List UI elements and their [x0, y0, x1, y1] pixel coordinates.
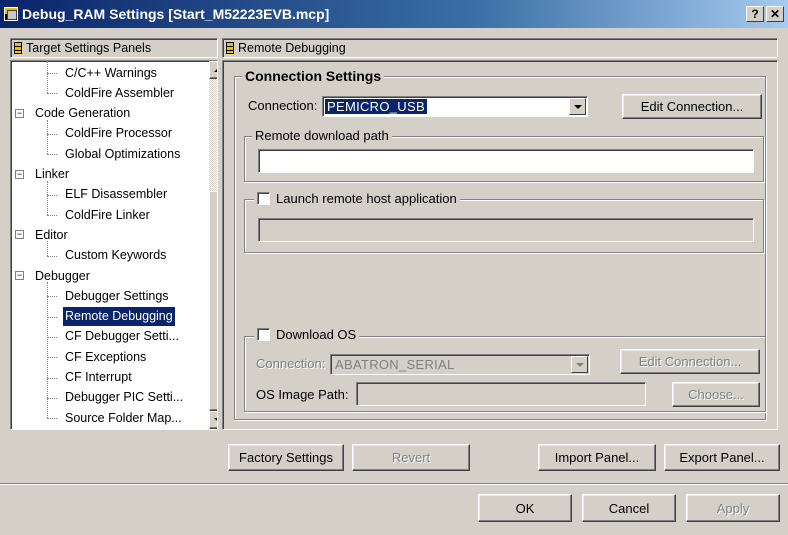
collapse-icon[interactable]: − — [15, 271, 24, 280]
left-panel-title: Target Settings Panels — [26, 41, 152, 55]
dialog-divider — [0, 483, 788, 485]
launch-remote-checkbox[interactable] — [257, 192, 270, 205]
os-connection-value: ABATRON_SERIAL — [335, 357, 455, 372]
download-os-legend[interactable]: Download OS — [254, 327, 360, 342]
revert-button[interactable]: Revert — [352, 444, 470, 471]
tree-item[interactable]: CF Exceptions — [63, 347, 148, 366]
scroll-thumb[interactable] — [209, 191, 217, 411]
connection-value: PEMICRO_USB — [325, 99, 427, 114]
tree-item[interactable]: Remote Debugging — [63, 306, 175, 326]
tree-item[interactable]: C/C++ Warnings — [63, 63, 159, 82]
edit-connection-button[interactable]: Edit Connection... — [622, 94, 762, 119]
title-bar[interactable]: Debug_RAM Settings [Start_M52223EVB.mcp]… — [0, 0, 788, 28]
tree-item[interactable]: Source Folder Map... — [63, 408, 184, 427]
tree-connector — [47, 282, 48, 419]
scroll-up-button[interactable] — [209, 61, 217, 79]
collapse-icon[interactable]: − — [15, 169, 24, 179]
import-panel-button[interactable]: Import Panel... — [538, 444, 656, 471]
tree-item[interactable]: Debugger — [33, 266, 92, 285]
tree-item[interactable]: ColdFire Linker — [63, 205, 152, 224]
tree-connector — [47, 397, 57, 399]
connection-label: Connection: — [248, 98, 318, 113]
download-os-checkbox[interactable] — [257, 328, 270, 341]
arrow-down-icon — [214, 418, 217, 422]
panel-flag-icon — [226, 42, 234, 54]
tree-item[interactable]: Linker — [33, 165, 71, 184]
connection-settings-legend: Connection Settings — [242, 68, 385, 84]
os-connection-combo[interactable]: ABATRON_SERIAL — [330, 354, 590, 375]
tree-connector — [47, 73, 57, 74]
panel-flag-icon — [14, 42, 22, 54]
launch-remote-label: Launch remote host application — [276, 191, 457, 206]
remote-download-path-legend: Remote download path — [252, 128, 392, 143]
tree-item[interactable]: Global Optimizations — [63, 144, 182, 163]
ok-button[interactable]: OK — [478, 494, 572, 522]
tree-connector — [47, 133, 57, 135]
cancel-button[interactable]: Cancel — [582, 494, 676, 522]
tree-connector — [47, 154, 57, 156]
tree-connector — [47, 61, 48, 94]
launch-remote-legend[interactable]: Launch remote host application — [254, 191, 460, 206]
remote-download-path-input[interactable] — [258, 149, 754, 173]
settings-tree[interactable]: C/C++ Warnings ColdFire Assembler Code Gen… — [10, 60, 218, 430]
tree-connector — [47, 296, 57, 298]
tree-connector — [47, 194, 57, 196]
left-panel-header: Target Settings Panels — [10, 38, 218, 58]
chevron-down-icon — [573, 104, 582, 109]
connection-combo[interactable]: PEMICRO_USB — [322, 96, 588, 117]
app-icon — [4, 7, 18, 21]
scroll-down-button[interactable] — [209, 411, 217, 429]
tree-connector — [47, 241, 48, 256]
tree-connector — [47, 377, 57, 379]
tree-connector — [47, 93, 57, 95]
tree-item[interactable]: Custom Keywords — [63, 246, 168, 265]
collapse-icon[interactable]: − — [15, 108, 24, 118]
arrow-up-icon — [214, 68, 217, 72]
tree-item[interactable]: CF Interrupt — [63, 368, 134, 387]
tree-item[interactable]: ColdFire Assembler — [63, 83, 176, 102]
apply-button[interactable]: Apply — [686, 494, 780, 522]
tree-connector — [47, 336, 57, 338]
combo-dropdown-button[interactable] — [569, 98, 586, 115]
tree-connector — [47, 255, 57, 257]
help-button[interactable]: ? — [746, 6, 764, 22]
os-image-path-label: OS Image Path: — [256, 387, 349, 402]
tree-connector — [47, 418, 57, 420]
window-title: Debug_RAM Settings [Start_M52223EVB.mcp] — [22, 6, 330, 22]
launch-remote-input[interactable] — [258, 218, 754, 242]
os-combo-dropdown-button[interactable] — [571, 356, 588, 373]
tree-item[interactable]: ELF Disassembler — [63, 185, 169, 204]
collapse-icon[interactable]: − — [15, 230, 24, 240]
tree-connector — [47, 180, 48, 216]
right-panel-title: Remote Debugging — [238, 41, 346, 55]
download-os-label: Download OS — [276, 327, 357, 342]
close-button[interactable]: ✕ — [766, 6, 784, 22]
tree-item[interactable]: CF Debugger Setti... — [63, 327, 181, 346]
tree-scrollbar[interactable] — [209, 61, 217, 429]
os-edit-connection-button[interactable]: Edit Connection... — [620, 349, 760, 374]
os-connection-label: Connection: — [256, 356, 326, 371]
tree-connector — [47, 316, 57, 318]
choose-button[interactable]: Choose... — [672, 382, 760, 407]
tree-item[interactable]: Debugger PIC Setti... — [63, 388, 185, 407]
tree-item[interactable]: Debugger Settings — [63, 286, 171, 305]
right-panel-header: Remote Debugging — [222, 38, 778, 58]
tree-item[interactable]: ColdFire Processor — [63, 124, 174, 143]
factory-settings-button[interactable]: Factory Settings — [228, 444, 344, 471]
tree-connector — [47, 215, 57, 217]
tree-item[interactable]: Editor — [33, 225, 70, 244]
export-panel-button[interactable]: Export Panel... — [664, 444, 780, 471]
tree-connector — [47, 357, 57, 359]
os-image-path-input[interactable] — [356, 382, 646, 406]
chevron-down-icon — [575, 362, 584, 367]
tree-connector — [47, 119, 48, 155]
